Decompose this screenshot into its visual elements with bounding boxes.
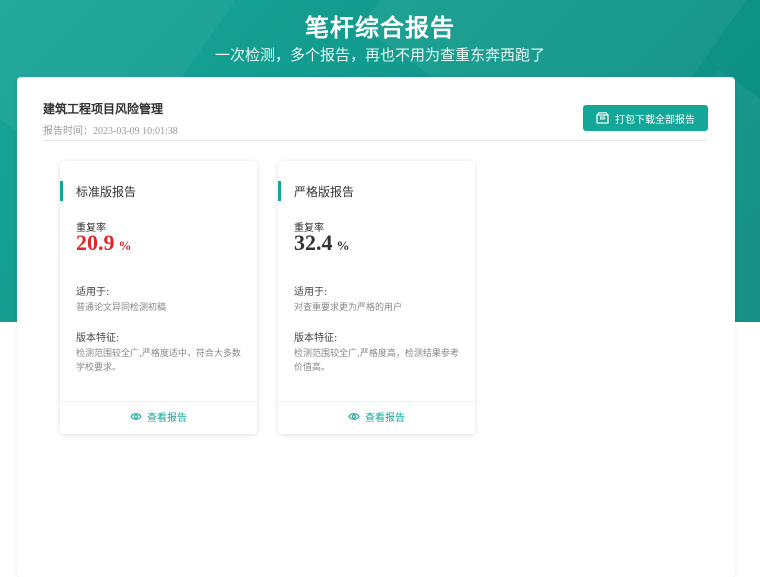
card-title: 标准版报告 bbox=[76, 185, 137, 199]
feature-text: 检测范围较全广,严格度高，检测结果参考价值高。 bbox=[294, 349, 459, 373]
report-card-strict: 严格版报告 重复率 32.4% 适用于: 对查重要求更为严格的用户 版本特征: … bbox=[278, 161, 475, 434]
rate-number: 20.9 bbox=[76, 230, 115, 255]
suitable-label: 适用于: bbox=[76, 287, 110, 298]
header-divider bbox=[43, 140, 707, 141]
rate-unit: % bbox=[118, 238, 132, 253]
card-divider bbox=[278, 401, 475, 402]
rate-value: 32.4% bbox=[294, 230, 350, 256]
view-report-label: 查看报告 bbox=[365, 413, 405, 424]
suitable-text: 对查重要求更为严格的用户 bbox=[294, 303, 403, 313]
page-title: 笔杆综合报告 bbox=[305, 14, 455, 42]
feature-text: 检测范围较全广,严格度适中，符合大多数学校要求。 bbox=[76, 349, 241, 373]
card-header: 标准版报告 bbox=[60, 181, 257, 201]
view-report-link[interactable]: 查看报告 bbox=[278, 409, 475, 424]
view-report-link[interactable]: 查看报告 bbox=[60, 409, 257, 424]
card-header: 严格版报告 bbox=[278, 181, 475, 201]
rate-number: 32.4 bbox=[294, 230, 333, 255]
download-all-button[interactable]: 打包下载全部报告 bbox=[583, 105, 708, 131]
package-icon bbox=[596, 112, 609, 124]
report-time: 报告时间：2023-03-09 10:01:38 bbox=[43, 126, 178, 137]
report-card-standard: 标准版报告 重复率 20.9% 适用于: 普通论文异同检测初稿 版本特征: 检测… bbox=[60, 161, 257, 434]
eye-icon bbox=[348, 413, 360, 420]
card-accent-bar bbox=[60, 181, 63, 201]
feature-label: 版本特征: bbox=[294, 333, 338, 344]
card-accent-bar bbox=[278, 181, 281, 201]
download-all-label: 打包下载全部报告 bbox=[615, 114, 695, 126]
project-title: 建筑工程项目风险管理 bbox=[43, 102, 164, 116]
rate-value: 20.9% bbox=[76, 230, 132, 256]
view-report-label: 查看报告 bbox=[147, 413, 187, 424]
rate-unit: % bbox=[336, 238, 350, 253]
feature-label: 版本特征: bbox=[76, 333, 120, 344]
suitable-label: 适用于: bbox=[294, 287, 328, 298]
report-panel: 建筑工程项目风险管理 报告时间：2023-03-09 10:01:38 打包下载… bbox=[17, 77, 735, 577]
card-title: 严格版报告 bbox=[294, 185, 355, 199]
suitable-text: 普通论文异同检测初稿 bbox=[76, 303, 167, 313]
page-subtitle: 一次检测，多个报告，再也不用为查重东奔西跑了 bbox=[214, 46, 545, 64]
eye-icon bbox=[130, 413, 142, 420]
card-divider bbox=[60, 401, 257, 402]
